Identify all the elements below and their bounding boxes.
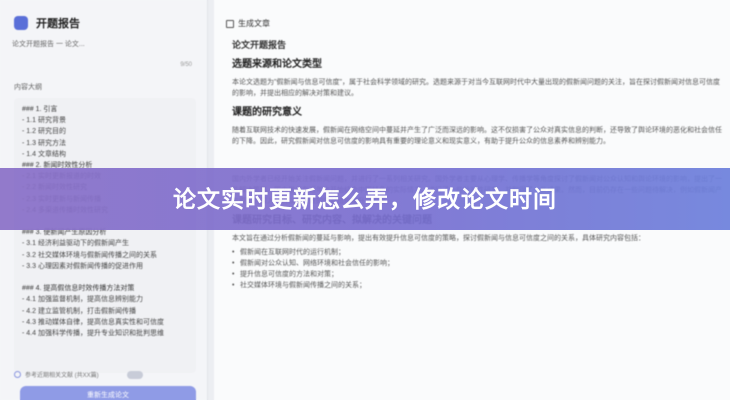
reference-option[interactable]: 参考近期相关文献 (共XX篇) — [14, 370, 143, 379]
topic-input[interactable]: 论文开题报告 一 论文... 9/50 — [12, 40, 196, 70]
outline-item — [22, 272, 188, 283]
list-item: 提升信息可信度的方法和对策； — [232, 269, 722, 280]
outline-item: - 1.1 研究背景 — [22, 117, 66, 125]
paragraph: 本论文选题为"假新闻与信息可信度"，属于社会科学领域的研究。选题来源于对当今互联… — [232, 79, 720, 97]
outline-item: - 4.1 加强监督机制，提高信息辨别能力 — [22, 296, 143, 304]
outline-item: - 3.2 社交媒体环境与假新闻传播之间的关系 — [22, 251, 157, 259]
regenerate-button[interactable]: 重新生成论文 — [20, 386, 196, 400]
banner-title: 论文实时更新怎么弄，修改论文时间 — [173, 186, 557, 212]
paragraph: 本文旨在通过分析假新闻的蔓延与影响，提出有效提升信息可信度的策略，探讨假新闻与信… — [232, 235, 645, 242]
char-count: 9/50 — [180, 62, 192, 68]
outline-editor[interactable]: ### 1. 引言 - 1.1 研究背景 - 1.2 研究目的 - 1.3 研究方法 -… — [14, 98, 196, 373]
app-screen: 开题报告 论文开题报告 一 论文... 9/50 内容大纲 ### 1. 引言 -… — [0, 0, 730, 400]
article-header-label: 生成文章 — [238, 19, 270, 28]
title-banner: 论文实时更新怎么弄，修改论文时间 — [0, 168, 730, 230]
left-title: 开题报告 — [36, 18, 80, 30]
outline-heading: ### 4. 提高假信息时效传播方法对策 — [22, 285, 135, 293]
document-icon — [226, 19, 234, 28]
app-logo-icon — [14, 16, 28, 30]
article-content: 论文开题报告 选题来源和论文类型本论文选题为"假新闻与信息可信度"，属于社会科学… — [232, 40, 722, 291]
toggle-switch[interactable] — [126, 370, 143, 379]
article-header: 生成文章 — [226, 18, 270, 29]
bullet-list: 假新闻在互联网时代的运行机制；假新闻对公众认知、网络环境和社会信任的影响；提升信… — [232, 247, 722, 291]
outline-item: - 3.1 经济利益驱动下的假新闻产生 — [22, 240, 129, 248]
reference-option-label: 参考近期相关文献 (共XX篇) — [25, 373, 99, 379]
outline-heading: ### 1. 引言 — [22, 106, 58, 113]
outline-item: - 1.4 文章结构 — [22, 150, 66, 158]
section-heading: 课题的研究意义 — [232, 107, 302, 118]
doc-title: 论文开题报告 — [232, 40, 287, 50]
list-item: 社交媒体环境与假新闻传播之间的关系； — [232, 280, 722, 291]
radio-icon — [14, 371, 21, 378]
outline-item: - 4.3 推动媒体自律，提高信息真实性和可信度 — [22, 318, 164, 326]
outline-item: - 1.2 研究目的 — [22, 128, 66, 136]
outline-section-label: 内容大纲 — [14, 84, 42, 91]
list-item: 假新闻对公众认知、网络环境和社会信任的影响； — [232, 258, 722, 269]
section-heading: 选题来源和论文类型 — [232, 59, 322, 70]
list-item: 假新闻在互联网时代的运行机制； — [232, 247, 722, 258]
outline-item: - 4.2 建立监管机制，打击假新闻传播 — [22, 307, 136, 315]
outline-item: - 3.3 心理因素对假新闻传播的促进作用 — [22, 262, 143, 270]
topic-input-text: 论文开题报告 一 论文... — [12, 41, 85, 48]
outline-item: - 4.4 加强科学传播，提升专业知识和批判思维 — [22, 330, 164, 338]
paragraph: 随着互联网技术的快速发展，假新闻在网络空间中蔓延并产生了广泛而深远的影响。这不仅… — [232, 127, 722, 145]
outline-item: - 1.3 研究方法 — [22, 139, 66, 147]
